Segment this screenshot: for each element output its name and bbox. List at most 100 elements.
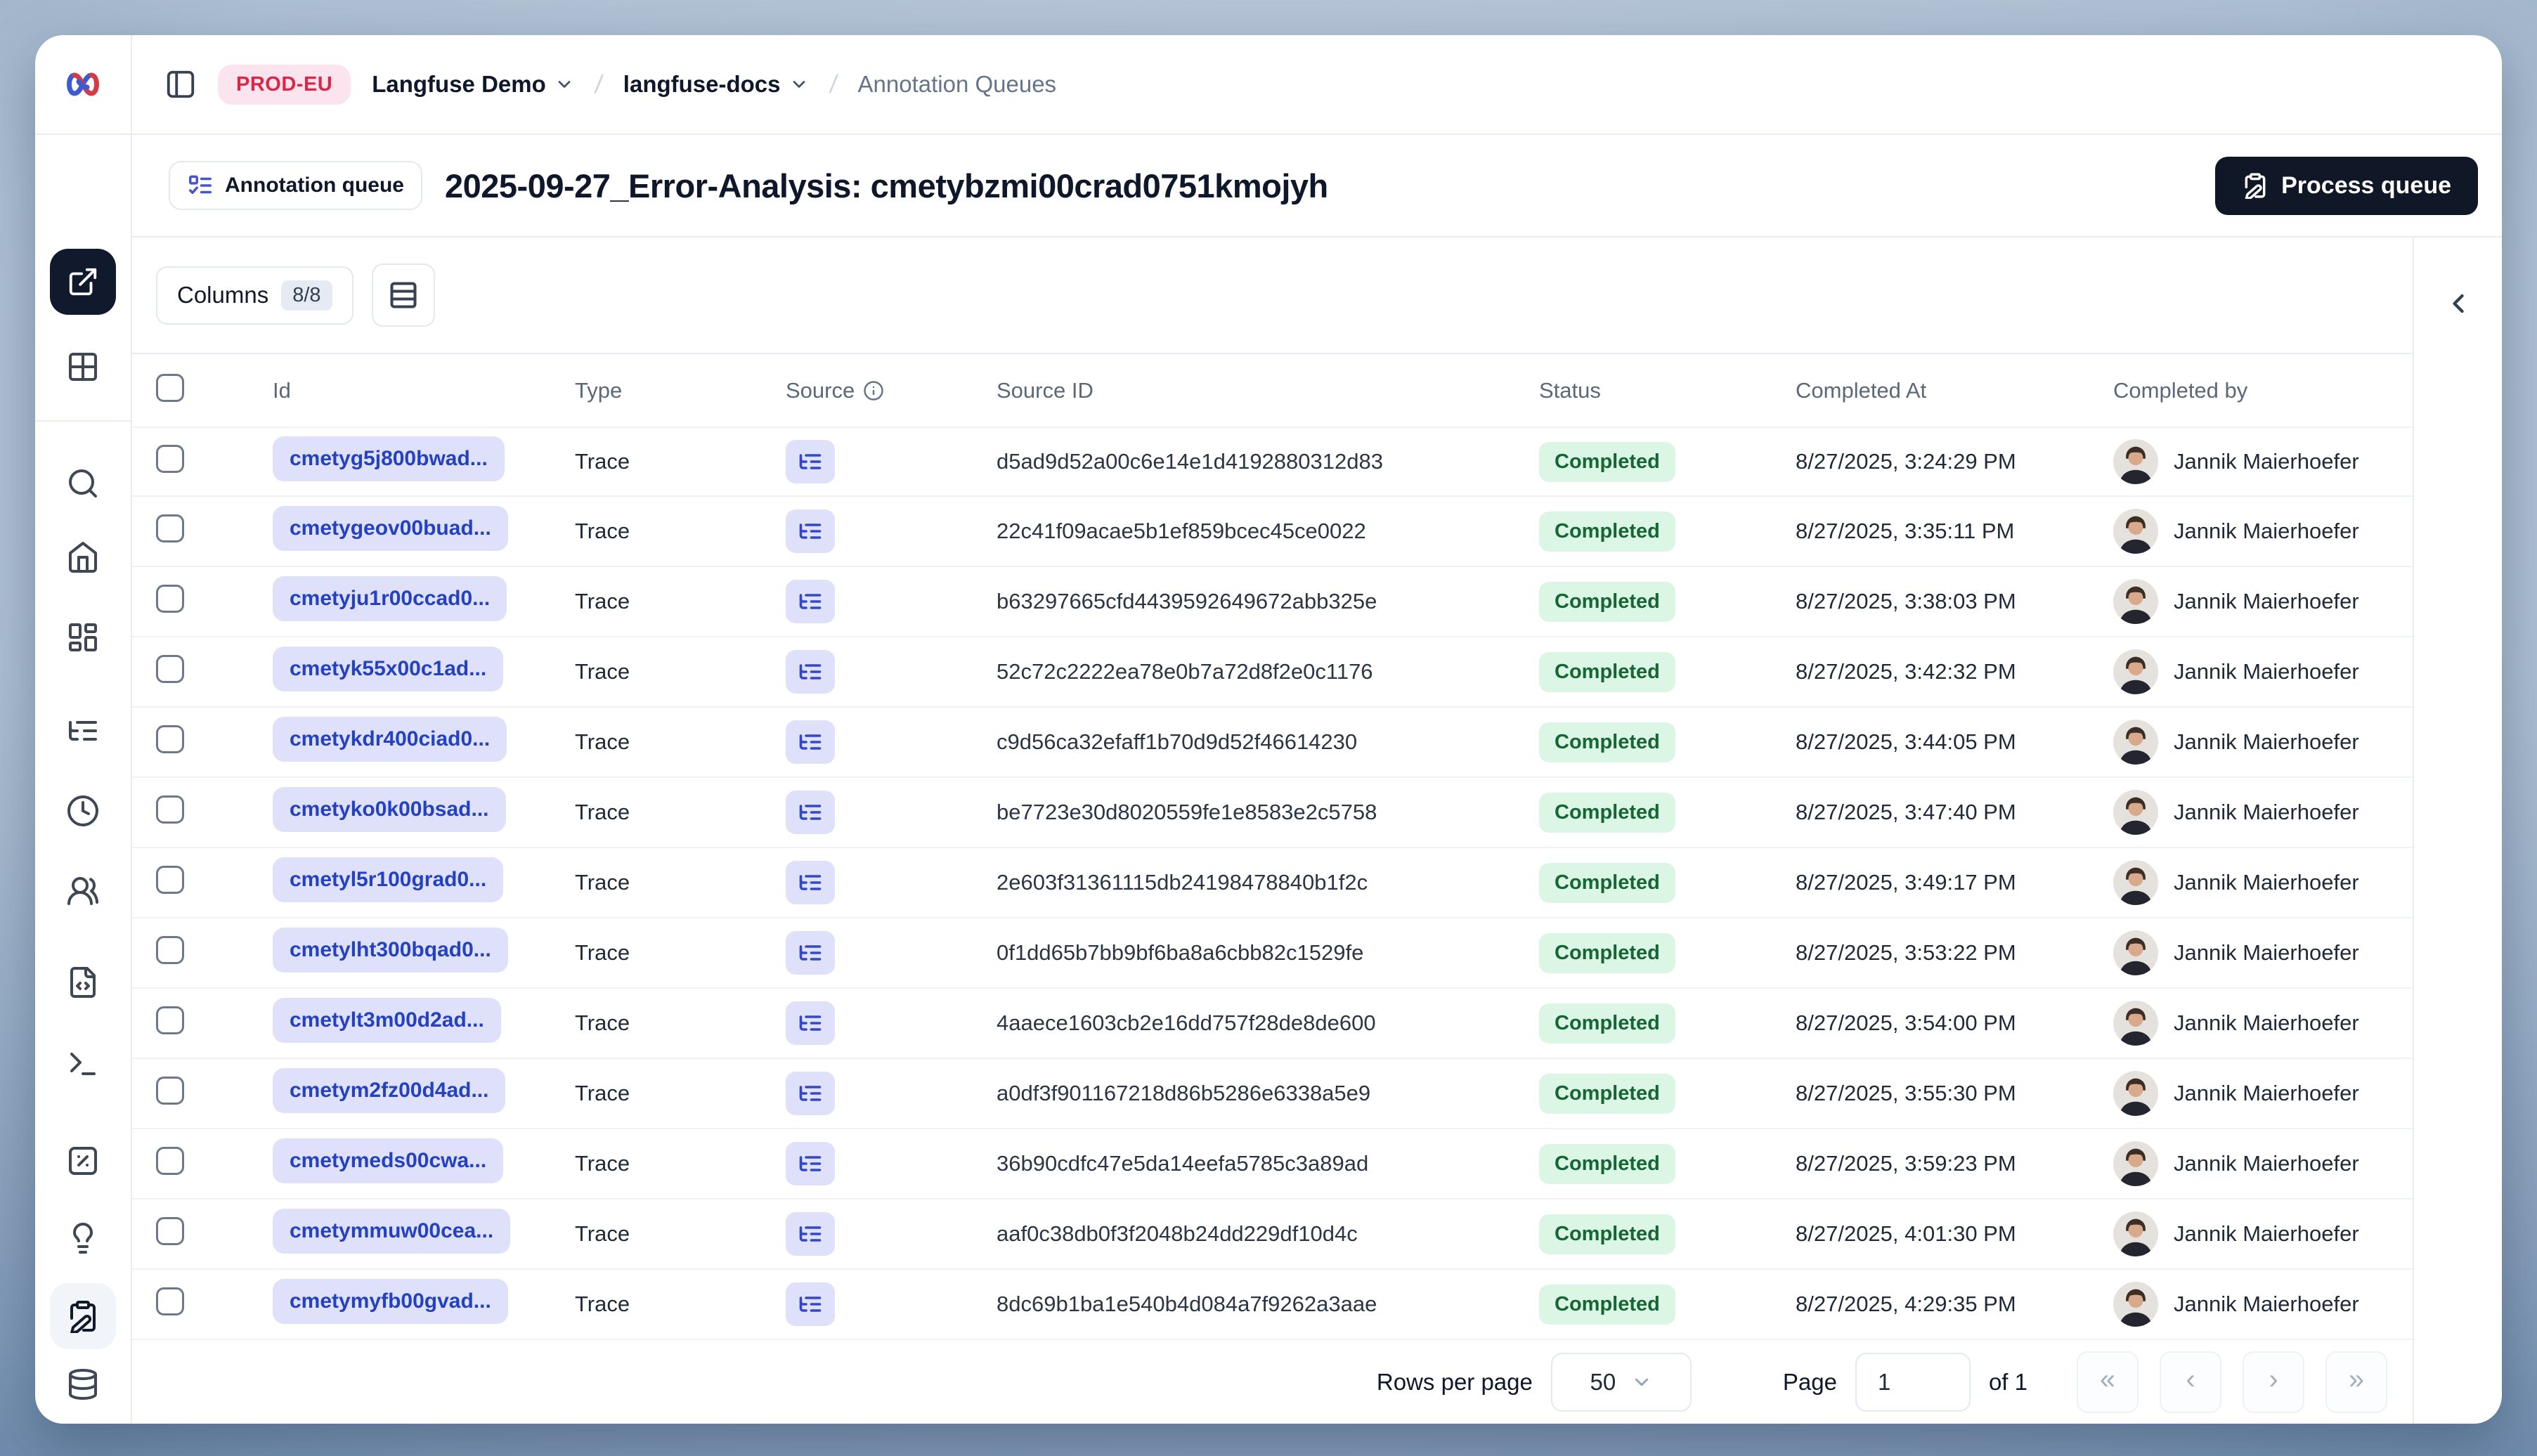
item-id-badge[interactable]: cmetygeov00buad... (273, 506, 508, 551)
avatar (2113, 860, 2158, 905)
traces-icon[interactable] (66, 714, 100, 748)
item-id-badge[interactable]: cmetyk55x00c1ad... (273, 646, 504, 691)
completed-by-name: Jannik Maierhoefer (2174, 870, 2359, 895)
source-trace-icon[interactable] (786, 791, 835, 834)
open-in-new-icon[interactable] (50, 249, 116, 315)
row-checkbox[interactable] (156, 514, 184, 542)
logo-cell (35, 35, 132, 135)
item-id-badge[interactable]: cmetymmuw00cea... (273, 1209, 511, 1254)
item-type: Trace (575, 1292, 630, 1316)
status-badge: Completed (1539, 1284, 1675, 1325)
row-checkbox[interactable] (156, 1006, 184, 1034)
prompts-file-code-icon[interactable] (66, 966, 100, 999)
source-id: 8dc69b1ba1e540b4d084a7f9262a3aae (997, 1292, 1377, 1316)
item-id-badge[interactable]: cmetylht300bqad0... (273, 928, 508, 973)
table-row: cmetymeds00cwa... Trace 36b90cdfc47e5da14e… (132, 1129, 2413, 1200)
sessions-clock-icon[interactable] (66, 794, 100, 828)
users-icon[interactable] (66, 874, 100, 908)
last-page-button[interactable]: » (2325, 1351, 2387, 1413)
item-id-badge[interactable]: cmetym2fz00d4ad... (273, 1068, 506, 1113)
source-trace-icon[interactable] (786, 509, 835, 553)
table-row: cmetyg5j800bwad... Trace d5ad9d52a00c6e14e… (132, 427, 2413, 497)
source-trace-icon[interactable] (786, 1212, 835, 1256)
page-total-label: of 1 (1988, 1368, 2027, 1395)
breadcrumb-separator: / (827, 70, 839, 98)
column-header-label: Source (786, 377, 855, 403)
playground-terminal-icon[interactable] (66, 1047, 100, 1081)
source-trace-icon[interactable] (786, 720, 835, 764)
dashboard-icon[interactable] (66, 620, 100, 654)
row-checkbox[interactable] (156, 1287, 184, 1315)
item-id-badge[interactable]: cmetyju1r00ccad0... (273, 576, 507, 621)
item-id-badge[interactable]: cmetymyfb00gvad... (273, 1279, 508, 1324)
info-icon[interactable] (863, 380, 884, 401)
item-id-badge[interactable]: cmetyg5j800bwad... (273, 436, 505, 481)
grid-view-icon[interactable] (66, 350, 100, 384)
langfuse-logo-icon[interactable] (65, 72, 101, 97)
row-checkbox[interactable] (156, 585, 184, 613)
status-badge: Completed (1539, 511, 1675, 552)
source-id: 36b90cdfc47e5da14eefa5785c3a89ad (997, 1151, 1369, 1176)
breadcrumb-org[interactable]: Langfuse Demo (372, 71, 574, 98)
first-page-button[interactable]: « (2077, 1351, 2139, 1413)
page-number-input[interactable] (1855, 1352, 1971, 1412)
completed-at: 8/27/2025, 3:42:32 PM (1796, 659, 2016, 684)
item-type: Trace (575, 1081, 630, 1105)
row-checkbox[interactable] (156, 1077, 184, 1105)
completed-by-name: Jannik Maierhoefer (2174, 940, 2359, 965)
row-checkbox[interactable] (156, 655, 184, 683)
source-trace-icon[interactable] (786, 861, 835, 904)
source-trace-icon[interactable] (786, 931, 835, 975)
row-checkbox[interactable] (156, 1217, 184, 1245)
column-header-completed-by: Completed by (2113, 377, 2248, 403)
rows-per-page-select[interactable]: 50 (1550, 1352, 1692, 1412)
source-trace-icon[interactable] (786, 580, 835, 623)
column-header-id: Id (273, 377, 291, 403)
column-header-status: Status (1539, 377, 1601, 403)
sidebar-toggle-icon[interactable] (164, 68, 197, 100)
breadcrumb-project[interactable]: langfuse-docs (623, 71, 809, 98)
home-icon[interactable] (66, 540, 100, 574)
item-id-badge[interactable]: cmetylt3m00d2ad... (273, 998, 501, 1043)
process-queue-button[interactable]: Process queue (2215, 156, 2478, 215)
item-id-badge[interactable]: cmetyl5r100grad0... (273, 857, 504, 902)
breadcrumb-section[interactable]: Annotation Queues (858, 71, 1057, 98)
chevron-down-icon (1631, 1372, 1652, 1393)
source-trace-icon[interactable] (786, 1142, 835, 1185)
source-trace-icon[interactable] (786, 650, 835, 694)
item-id-badge[interactable]: cmetyko0k00bsad... (273, 787, 506, 832)
row-height-button[interactable] (371, 264, 435, 327)
evaluation-percent-icon[interactable] (66, 1144, 100, 1178)
row-checkbox[interactable] (156, 1147, 184, 1175)
table-row: cmetykdr400ciad0... Trace c9d56ca32efaff1b… (132, 708, 2413, 778)
datasets-database-icon[interactable] (66, 1367, 100, 1401)
source-trace-icon[interactable] (786, 1001, 835, 1045)
source-trace-icon[interactable] (786, 440, 835, 483)
source-trace-icon[interactable] (786, 1072, 835, 1115)
table-row: cmetylt3m00d2ad... Trace 4aaece1603cb2e16d… (132, 989, 2413, 1059)
source-id: 4aaece1603cb2e16dd757f28de8de600 (997, 1010, 1376, 1035)
avatar (2113, 1001, 2158, 1046)
annotation-queues-icon[interactable] (50, 1283, 116, 1349)
collapse-panel-button[interactable] (2436, 281, 2481, 326)
row-checkbox[interactable] (156, 445, 184, 473)
search-icon[interactable] (66, 467, 100, 500)
select-all-checkbox[interactable] (156, 373, 184, 402)
item-type: Trace (575, 729, 630, 754)
completed-by-name: Jannik Maierhoefer (2174, 1151, 2359, 1176)
row-checkbox[interactable] (156, 936, 184, 964)
status-badge: Completed (1539, 441, 1675, 482)
item-id-badge[interactable]: cmetykdr400ciad0... (273, 717, 507, 762)
insights-lightbulb-icon[interactable] (66, 1221, 100, 1255)
completed-at: 8/27/2025, 3:44:05 PM (1796, 729, 2016, 754)
row-checkbox[interactable] (156, 725, 184, 753)
columns-button[interactable]: Columns 8/8 (156, 266, 353, 325)
item-id-badge[interactable]: cmetymeds00cwa... (273, 1138, 504, 1183)
row-checkbox[interactable] (156, 866, 184, 894)
next-page-button[interactable]: › (2243, 1351, 2304, 1413)
row-checkbox[interactable] (156, 795, 184, 824)
environment-badge[interactable]: PROD-EU (218, 64, 351, 105)
previous-page-button[interactable]: ‹ (2160, 1351, 2221, 1413)
source-id: 2e603f31361115db24198478840b1f2c (997, 870, 1368, 895)
source-trace-icon[interactable] (786, 1282, 835, 1326)
